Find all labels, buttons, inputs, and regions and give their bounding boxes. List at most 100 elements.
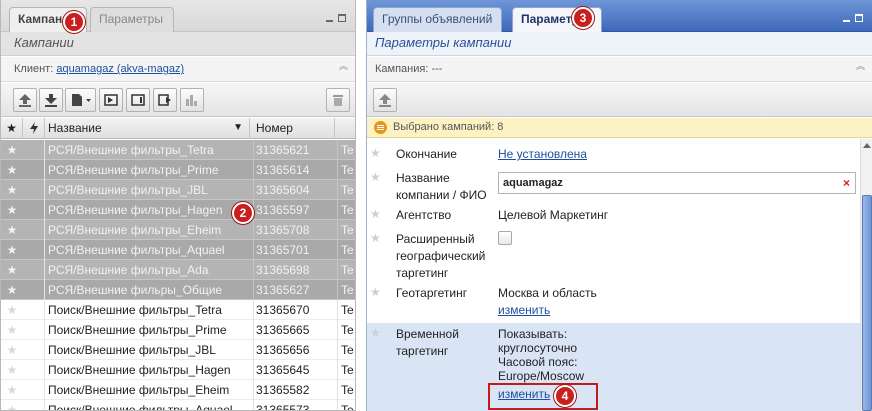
campaigns-toolbar bbox=[1, 83, 355, 117]
document-menu-button[interactable] bbox=[65, 88, 96, 112]
minimize-icon[interactable] bbox=[326, 20, 333, 22]
panel-subtitle: Кампании bbox=[1, 32, 355, 56]
campaign-number-cell: 31365604 bbox=[253, 180, 335, 200]
play-icon bbox=[158, 94, 171, 106]
end-date-link[interactable]: Не установлена bbox=[498, 146, 587, 163]
tab-ad-groups[interactable]: Группы объявлений bbox=[373, 7, 502, 32]
collapse-chevron-icon[interactable]: ︽ bbox=[339, 62, 348, 71]
campaign-type-cell: Te bbox=[337, 240, 355, 260]
campaign-number-cell: 31365582 bbox=[253, 380, 335, 400]
geotargeting-change-link[interactable]: изменить bbox=[498, 302, 550, 319]
flag-cell bbox=[23, 200, 45, 220]
sort-down-icon[interactable]: ▼ bbox=[233, 118, 243, 138]
scroll-thumb[interactable] bbox=[862, 195, 872, 411]
campaign-type-cell: Te bbox=[337, 260, 355, 280]
flag-cell bbox=[23, 140, 45, 160]
upload-button[interactable] bbox=[13, 88, 37, 112]
star-icon[interactable]: ★ bbox=[1, 400, 23, 410]
time-targeting-label: Временной таргетинг bbox=[396, 327, 459, 358]
table-row[interactable]: ★ РСЯ/Внешние фильтры_Prime 31365614 Te bbox=[1, 160, 355, 180]
geotargeting-value: Москва и область bbox=[498, 286, 597, 300]
client-link[interactable]: aquamagaz (akva-magaz) bbox=[56, 63, 184, 75]
table-row[interactable]: ★ РСЯ/Внешние фильтры_Hagen 31365597 Te bbox=[1, 200, 355, 220]
star-icon[interactable]: ★ bbox=[1, 380, 23, 400]
step-badge-2: 2 bbox=[232, 202, 254, 224]
campaign-name-cell: РСЯ/Внешние фильтры_JBL bbox=[48, 183, 208, 197]
campaign-type-cell: Te bbox=[337, 400, 355, 410]
download-button[interactable] bbox=[39, 88, 63, 112]
table-row[interactable]: ★ Поиск/Внешние фильтры_Hagen 31365645 Te bbox=[1, 360, 355, 380]
star-icon[interactable]: ★ bbox=[1, 360, 23, 380]
parameters-scrollbar[interactable] bbox=[860, 139, 872, 411]
window-controls bbox=[326, 14, 348, 24]
campaign-name-value: aquamagaz bbox=[503, 177, 563, 189]
star-icon[interactable]: ★ bbox=[1, 220, 23, 240]
play-button[interactable] bbox=[153, 88, 177, 112]
tab-parameters[interactable]: Параметры bbox=[90, 7, 174, 32]
star-icon[interactable]: ★ bbox=[370, 326, 381, 340]
star-icon[interactable]: ★ bbox=[1, 320, 23, 340]
campaign-name-cell: РСЯ/Внешние фильтры_Aquael bbox=[48, 243, 225, 257]
star-icon[interactable]: ★ bbox=[1, 340, 23, 360]
column-type-header[interactable] bbox=[335, 118, 355, 139]
flag-cell bbox=[23, 280, 45, 300]
campaign-parameters-form: ★ Окончание Не установлена ★ Название ко… bbox=[367, 139, 860, 411]
lightning-column-icon[interactable] bbox=[23, 118, 45, 139]
campaigns-panel: Кампании Параметры Кампании Клиент: aqua… bbox=[0, 0, 356, 411]
star-icon[interactable]: ★ bbox=[1, 280, 23, 300]
star-icon[interactable]: ★ bbox=[1, 240, 23, 260]
table-row[interactable]: ★ Поиск/Внешние фильтры_Prime 31365665 Te bbox=[1, 320, 355, 340]
star-icon[interactable]: ★ bbox=[370, 146, 381, 160]
star-icon[interactable]: ★ bbox=[370, 207, 381, 221]
campaign-type-cell: Te bbox=[337, 180, 355, 200]
star-icon[interactable]: ★ bbox=[1, 160, 23, 180]
star-icon[interactable]: ★ bbox=[1, 180, 23, 200]
star-icon[interactable]: ★ bbox=[1, 200, 23, 220]
campaign-type-cell: Te bbox=[337, 160, 355, 180]
star-icon[interactable]: ★ bbox=[1, 300, 23, 320]
trash-icon bbox=[333, 95, 343, 106]
flag-button[interactable] bbox=[99, 88, 123, 112]
table-row[interactable]: ★ Поиск/Внешние фильтры_Tetra 31365670 Te bbox=[1, 300, 355, 320]
agency-value: Целевой Маркетинг bbox=[498, 208, 609, 222]
upload-button[interactable] bbox=[373, 88, 397, 112]
table-row[interactable]: ★ РСЯ/Внешние фильтры_Aquael 31365701 Te bbox=[1, 240, 355, 260]
table-row[interactable]: ★ Поиск/Внешние фильтры_Eheim 31365582 Te bbox=[1, 380, 355, 400]
stop-button[interactable] bbox=[126, 88, 150, 112]
table-row[interactable]: ★ РСЯ/Внешние фильтры_Ada 31365698 Te bbox=[1, 260, 355, 280]
campaign-name-cell: Поиск/Внешние фильтры_Prime bbox=[48, 323, 227, 337]
table-row[interactable]: ★ РСЯ/Внешние фильры_Общие 31365627 Te bbox=[1, 280, 355, 300]
maximize-icon[interactable] bbox=[855, 14, 863, 22]
table-row[interactable]: ★ Поиск/Внешние фильтры_Aquael 31365573 Te bbox=[1, 400, 355, 410]
campaign-number-cell: 31365701 bbox=[253, 240, 335, 260]
column-name-header[interactable]: Название ▼ bbox=[45, 118, 250, 139]
table-row[interactable]: ★ РСЯ/Внешние фильтры_JBL 31365604 Te bbox=[1, 180, 355, 200]
star-icon[interactable]: ★ bbox=[1, 140, 23, 160]
star-column-icon[interactable]: ★ bbox=[1, 118, 23, 139]
maximize-icon[interactable] bbox=[338, 14, 346, 22]
campaign-name-cell: РСЯ/Внешние фильтры_Eheim bbox=[48, 223, 222, 237]
minimize-icon[interactable] bbox=[843, 20, 850, 22]
collapse-chevron-icon[interactable]: ︽ bbox=[856, 62, 865, 71]
extended-geo-checkbox[interactable] bbox=[498, 231, 512, 245]
campaign-name-label: Название компании / ФИО bbox=[396, 171, 487, 202]
campaign-type-cell: Te bbox=[337, 340, 355, 360]
stats-button[interactable] bbox=[180, 88, 204, 112]
star-icon[interactable]: ★ bbox=[370, 170, 381, 184]
table-row[interactable]: ★ Поиск/Внешние фильтры_JBL 31365656 Te bbox=[1, 340, 355, 360]
campaign-number-cell: 31365597 bbox=[253, 200, 335, 220]
campaign-name-input[interactable]: aquamagaz × bbox=[498, 172, 856, 194]
clear-icon[interactable]: × bbox=[843, 173, 850, 193]
stop-icon bbox=[131, 94, 145, 106]
scroll-up-icon[interactable] bbox=[863, 143, 871, 148]
flag-cell bbox=[23, 300, 45, 320]
selection-info-text: Выбрано кампаний: 8 bbox=[393, 121, 504, 133]
delete-button[interactable] bbox=[326, 88, 350, 112]
table-row[interactable]: ★ РСЯ/Внешние фильтры_Eheim 31365708 Te bbox=[1, 220, 355, 240]
star-icon[interactable]: ★ bbox=[370, 285, 381, 299]
column-number-header[interactable]: Номер bbox=[250, 118, 335, 139]
flag-cell bbox=[23, 320, 45, 340]
star-icon[interactable]: ★ bbox=[1, 260, 23, 280]
table-row[interactable]: ★ РСЯ/Внешние фильтры_Tetra 31365621 Te bbox=[1, 140, 355, 160]
star-icon[interactable]: ★ bbox=[370, 231, 381, 245]
